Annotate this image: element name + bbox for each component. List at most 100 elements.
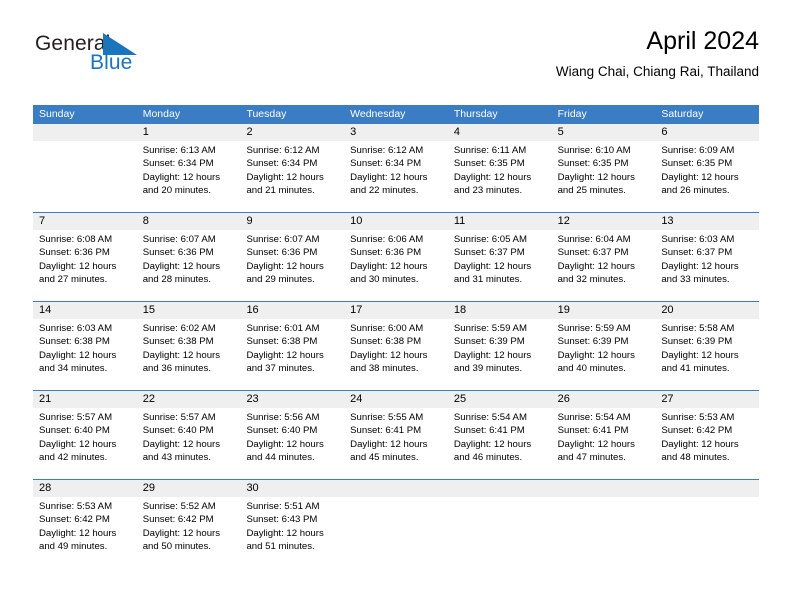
calendar-day-cell[interactable]: 6 Sunrise: 6:09 AM Sunset: 6:35 PM Daylight… [655, 124, 760, 212]
calendar-day-cell[interactable]: 17 Sunrise: 6:00 AM Sunset: 6:38 PM Dayligh… [344, 302, 448, 390]
daylight-text: Daylight: 12 hours and 36 minutes. [142, 349, 221, 375]
sunrise-text: Sunrise: 5:59 AM [557, 323, 631, 334]
calendar-day-cell[interactable]: 21 Sunrise: 5:57 AM Sunset: 6:40 PM Dayligh… [33, 391, 137, 479]
sunset-text: Sunset: 6:38 PM [142, 336, 214, 348]
calendar-day-cell[interactable]: 24 Sunrise: 5:55 AM Sunset: 6:41 PM Dayligh… [344, 391, 448, 479]
day-number: 17 [344, 302, 448, 319]
sunset-text: Sunset: 6:36 PM [142, 247, 214, 259]
weekday-header-row: Sunday Monday Tuesday Wednesday Thursday… [33, 105, 759, 124]
day-number: 8 [136, 213, 241, 230]
calendar-day-cell[interactable]: 16 Sunrise: 6:01 AM Sunset: 6:38 PM Dayligh… [240, 302, 345, 390]
daylight-text: Daylight: 12 hours and 28 minutes. [142, 260, 221, 286]
day-details [33, 141, 137, 212]
daylight-text: Daylight: 12 hours and 47 minutes. [557, 438, 635, 464]
day-details [344, 497, 448, 568]
day-number: 11 [447, 213, 552, 230]
calendar-day-cell[interactable]: 23 Sunrise: 5:56 AM Sunset: 6:40 PM Dayligh… [240, 391, 345, 479]
daylight-text: Daylight: 12 hours and 31 minutes. [453, 260, 532, 286]
sunrise-text: Sunrise: 6:04 AM [557, 234, 631, 245]
brand-logo[interactable]: General Blue [33, 32, 233, 88]
day-details: Sunrise: 6:10 AM Sunset: 6:35 PM Daylight:… [552, 141, 656, 212]
sunrise-text: Sunrise: 6:07 AM [142, 234, 216, 245]
calendar-day-cell-empty [447, 480, 552, 568]
day-details [552, 497, 656, 568]
day-number: 9 [240, 213, 345, 230]
calendar-day-cell[interactable]: 29 Sunrise: 5:52 AM Sunset: 6:42 PM Dayligh… [136, 480, 241, 568]
calendar-day-cell[interactable]: 2 Sunrise: 6:12 AM Sunset: 6:34 PM Daylight… [240, 124, 345, 212]
sunset-text: Sunset: 6:41 PM [453, 425, 525, 437]
sunrise-text: Sunrise: 5:56 AM [246, 412, 320, 423]
day-number: 13 [655, 213, 760, 230]
day-number: 20 [655, 302, 760, 319]
daylight-text: Daylight: 12 hours and 25 minutes. [557, 171, 635, 197]
sunrise-text: Sunrise: 6:00 AM [350, 323, 424, 334]
daylight-text: Daylight: 12 hours and 20 minutes. [142, 171, 221, 197]
page-title: April 2024 [646, 27, 759, 55]
calendar-day-cell[interactable]: 18 Sunrise: 5:59 AM Sunset: 6:39 PM Dayligh… [447, 302, 552, 390]
calendar-day-cell[interactable]: 30 Sunrise: 5:51 AM Sunset: 6:43 PM Dayligh… [240, 480, 345, 568]
day-number: 25 [447, 391, 552, 408]
sunset-text: Sunset: 6:35 PM [453, 158, 525, 170]
daylight-text: Daylight: 12 hours and 30 minutes. [350, 260, 428, 286]
calendar-day-cell[interactable]: 3 Sunrise: 6:12 AM Sunset: 6:34 PM Daylight… [344, 124, 448, 212]
calendar-day-cell[interactable]: 7 Sunrise: 6:08 AM Sunset: 6:36 PM Daylight… [33, 213, 137, 301]
weekday-header-wednesday: Wednesday [350, 108, 406, 120]
calendar-day-cell[interactable]: 15 Sunrise: 6:02 AM Sunset: 6:38 PM Dayligh… [136, 302, 241, 390]
calendar-day-cell[interactable]: 4 Sunrise: 6:11 AM Sunset: 6:35 PM Daylight… [447, 124, 552, 212]
day-number: 1 [136, 124, 241, 141]
day-number: 12 [551, 213, 656, 230]
day-details: Sunrise: 6:08 AM Sunset: 6:36 PM Daylight:… [33, 230, 137, 301]
calendar-day-cell[interactable]: 1 Sunrise: 6:13 AM Sunset: 6:34 PM Daylight… [136, 124, 241, 212]
calendar-day-cell[interactable]: 26 Sunrise: 5:54 AM Sunset: 6:41 PM Dayligh… [551, 391, 656, 479]
daylight-text: Daylight: 12 hours and 34 minutes. [39, 349, 117, 375]
weekday-header-sunday: Sunday [39, 108, 75, 120]
day-details: Sunrise: 6:12 AM Sunset: 6:34 PM Daylight:… [344, 141, 448, 212]
calendar-day-cell[interactable]: 5 Sunrise: 6:10 AM Sunset: 6:35 PM Daylight… [551, 124, 656, 212]
calendar-day-cell[interactable]: 20 Sunrise: 5:58 AM Sunset: 6:39 PM Dayligh… [655, 302, 760, 390]
sunrise-text: Sunrise: 5:53 AM [39, 501, 113, 512]
sunset-text: Sunset: 6:37 PM [557, 247, 629, 259]
day-number: 23 [240, 391, 345, 408]
day-details: Sunrise: 5:53 AM Sunset: 6:42 PM Daylight:… [33, 497, 137, 568]
day-details: Sunrise: 5:57 AM Sunset: 6:40 PM Daylight:… [33, 408, 137, 479]
calendar-week-row: 14 Sunrise: 6:03 AM Sunset: 6:38 PM Dayligh… [33, 301, 760, 390]
sunrise-text: Sunrise: 5:54 AM [453, 412, 527, 423]
calendar-day-cell[interactable]: 12 Sunrise: 6:04 AM Sunset: 6:37 PM Dayligh… [551, 213, 656, 301]
sunset-text: Sunset: 6:39 PM [661, 336, 733, 348]
calendar-day-cell[interactable]: 10 Sunrise: 6:06 AM Sunset: 6:36 PM Dayligh… [344, 213, 448, 301]
sunset-text: Sunset: 6:35 PM [661, 158, 733, 170]
calendar-day-cell[interactable]: 19 Sunrise: 5:59 AM Sunset: 6:39 PM Dayligh… [551, 302, 656, 390]
calendar-day-cell[interactable]: 22 Sunrise: 5:57 AM Sunset: 6:40 PM Dayligh… [136, 391, 241, 479]
sunrise-text: Sunrise: 5:52 AM [142, 501, 216, 512]
calendar-day-cell[interactable]: 11 Sunrise: 6:05 AM Sunset: 6:37 PM Dayligh… [447, 213, 552, 301]
day-details [448, 497, 552, 568]
day-number: 26 [551, 391, 656, 408]
day-number: 14 [33, 302, 137, 319]
sunrise-text: Sunrise: 6:01 AM [246, 323, 320, 334]
day-details: Sunrise: 5:54 AM Sunset: 6:41 PM Daylight:… [448, 408, 552, 479]
day-number: 10 [344, 213, 448, 230]
calendar-day-cell[interactable]: 8 Sunrise: 6:07 AM Sunset: 6:36 PM Daylight… [136, 213, 241, 301]
calendar-week-row: 28 Sunrise: 5:53 AM Sunset: 6:42 PM Dayligh… [33, 479, 760, 568]
sunset-text: Sunset: 6:42 PM [142, 514, 214, 526]
calendar-day-cell[interactable]: 14 Sunrise: 6:03 AM Sunset: 6:38 PM Dayligh… [33, 302, 137, 390]
sunrise-text: Sunrise: 6:03 AM [661, 234, 735, 245]
sunset-text: Sunset: 6:38 PM [246, 336, 318, 348]
weekday-header-saturday: Saturday [661, 108, 704, 120]
calendar-day-cell[interactable]: 13 Sunrise: 6:03 AM Sunset: 6:37 PM Dayligh… [655, 213, 760, 301]
day-number [344, 480, 448, 497]
daylight-text: Daylight: 12 hours and 42 minutes. [39, 438, 117, 464]
calendar-day-cell[interactable]: 28 Sunrise: 5:53 AM Sunset: 6:42 PM Dayligh… [33, 480, 137, 568]
daylight-text: Daylight: 12 hours and 39 minutes. [453, 349, 532, 375]
day-number: 30 [240, 480, 345, 497]
day-details: Sunrise: 6:02 AM Sunset: 6:38 PM Daylight:… [137, 319, 241, 390]
sunrise-text: Sunrise: 6:08 AM [39, 234, 113, 245]
calendar-day-cell[interactable]: 25 Sunrise: 5:54 AM Sunset: 6:41 PM Dayligh… [447, 391, 552, 479]
sunset-text: Sunset: 6:40 PM [142, 425, 214, 437]
day-details: Sunrise: 5:53 AM Sunset: 6:42 PM Daylight:… [655, 408, 759, 479]
calendar-day-cell[interactable]: 27 Sunrise: 5:53 AM Sunset: 6:42 PM Dayligh… [655, 391, 760, 479]
calendar-day-cell[interactable]: 9 Sunrise: 6:07 AM Sunset: 6:36 PM Daylight… [240, 213, 345, 301]
sunrise-text: Sunrise: 5:57 AM [142, 412, 216, 423]
day-details: Sunrise: 5:58 AM Sunset: 6:39 PM Daylight:… [655, 319, 759, 390]
sunset-text: Sunset: 6:36 PM [39, 247, 110, 259]
